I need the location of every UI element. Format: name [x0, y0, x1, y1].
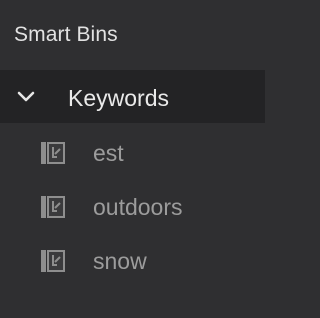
keyword-bin-icon [41, 142, 65, 164]
keyword-bin-icon [41, 196, 65, 218]
keyword-item-est[interactable]: est [0, 128, 265, 181]
keyword-bin-icon [41, 250, 65, 272]
chevron-down-icon[interactable] [15, 86, 37, 108]
keyword-item-label: snow [93, 248, 147, 274]
keyword-item-outdoors[interactable]: outdoors [0, 182, 265, 235]
keyword-item-label: outdoors [93, 194, 183, 220]
section-title: Smart Bins [14, 23, 118, 46]
keywords-group-label: Keywords [68, 85, 169, 111]
keyword-item-snow[interactable]: snow [0, 236, 265, 289]
keywords-group-row[interactable]: Keywords [0, 70, 265, 123]
keyword-item-label: est [93, 140, 124, 166]
smart-bins-panel: Smart Bins Keywords est outdoors snow [0, 0, 265, 318]
